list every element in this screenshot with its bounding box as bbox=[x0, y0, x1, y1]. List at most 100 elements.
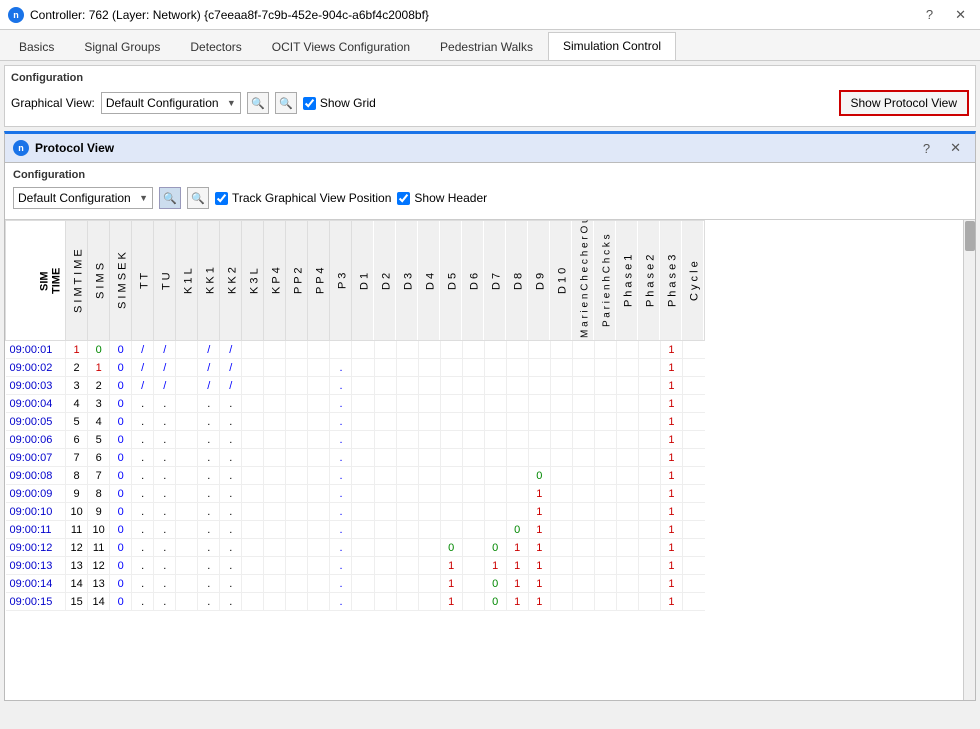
close-button[interactable]: ✕ bbox=[949, 5, 972, 25]
table-cell bbox=[638, 341, 660, 359]
table-cell bbox=[374, 575, 396, 593]
table-cell: 09:00:09 bbox=[6, 485, 66, 503]
table-cell: . bbox=[220, 485, 242, 503]
table-cell bbox=[242, 485, 264, 503]
tab-signal-groups[interactable]: Signal Groups bbox=[69, 33, 175, 60]
table-row: 09:00:1414130.....10111 bbox=[6, 575, 705, 593]
table-cell: 1 bbox=[506, 575, 528, 593]
table-cell bbox=[616, 539, 638, 557]
table-cell: 2 bbox=[88, 377, 110, 395]
col-sim-m: S I M S bbox=[88, 221, 110, 341]
table-cell bbox=[594, 341, 616, 359]
col-sim-s: S I M T I M E bbox=[66, 221, 88, 341]
col-d2: D 2 bbox=[374, 221, 396, 341]
table-cell: . bbox=[154, 395, 176, 413]
tab-pedestrian[interactable]: Pedestrian Walks bbox=[425, 33, 548, 60]
table-cell bbox=[572, 467, 594, 485]
table-cell bbox=[286, 395, 308, 413]
search-icon: 🔍 bbox=[251, 97, 265, 110]
table-cell bbox=[550, 431, 572, 449]
table-cell bbox=[506, 377, 528, 395]
protocol-search-icon: 🔍 bbox=[163, 192, 177, 205]
table-cell bbox=[418, 593, 440, 611]
table-cell bbox=[176, 395, 198, 413]
table-cell bbox=[374, 521, 396, 539]
tab-detectors[interactable]: Detectors bbox=[175, 33, 256, 60]
table-cell bbox=[616, 449, 638, 467]
table-cell bbox=[594, 395, 616, 413]
tab-simulation-control[interactable]: Simulation Control bbox=[548, 32, 676, 60]
col-k1l: K 1 L bbox=[176, 221, 198, 341]
table-cell: / bbox=[220, 341, 242, 359]
show-header-label[interactable]: Show Header bbox=[397, 191, 487, 205]
table-cell: . bbox=[330, 449, 352, 467]
table-cell bbox=[418, 485, 440, 503]
show-header-checkbox[interactable] bbox=[397, 192, 410, 205]
tab-basics[interactable]: Basics bbox=[4, 33, 69, 60]
table-cell bbox=[286, 521, 308, 539]
table-cell bbox=[616, 503, 638, 521]
table-cell bbox=[352, 521, 374, 539]
search-button-2[interactable]: 🔍 bbox=[275, 92, 297, 114]
table-cell bbox=[242, 449, 264, 467]
search-button-1[interactable]: 🔍 bbox=[247, 92, 269, 114]
table-cell: 0 bbox=[110, 557, 132, 575]
table-cell: . bbox=[220, 413, 242, 431]
table-cell bbox=[308, 539, 330, 557]
table-cell: 09:00:14 bbox=[6, 575, 66, 593]
scrollbar[interactable] bbox=[963, 220, 975, 700]
table-cell: 1 bbox=[660, 575, 682, 593]
table-cell bbox=[374, 503, 396, 521]
show-header-text: Show Header bbox=[414, 191, 487, 205]
table-cell: 2 bbox=[66, 359, 88, 377]
table-cell bbox=[484, 341, 506, 359]
main-panel: Configuration Graphical View: Default Co… bbox=[4, 65, 976, 127]
table-cell: 11 bbox=[66, 521, 88, 539]
table-cell bbox=[176, 341, 198, 359]
tab-ocit[interactable]: OCIT Views Configuration bbox=[257, 33, 425, 60]
main-toolbar: Graphical View: Default Configuration ▼ … bbox=[11, 90, 969, 116]
table-cell: 15 bbox=[66, 593, 88, 611]
table-cell bbox=[374, 413, 396, 431]
col-par: P a r i e n h C h c k s bbox=[594, 221, 616, 341]
track-graphical-label[interactable]: Track Graphical View Position bbox=[215, 191, 391, 205]
show-grid-checkbox-label[interactable]: Show Grid bbox=[303, 96, 376, 110]
table-cell bbox=[462, 503, 484, 521]
scrollbar-thumb[interactable] bbox=[965, 221, 975, 251]
table-cell bbox=[264, 341, 286, 359]
table-header-row: SIMTIME S I M T I M E S I M S S I M S E … bbox=[6, 221, 705, 341]
table-cell bbox=[638, 521, 660, 539]
protocol-dropdown[interactable]: Default Configuration ▼ bbox=[13, 187, 153, 209]
table-cell: 8 bbox=[88, 485, 110, 503]
table-cell: / bbox=[198, 359, 220, 377]
protocol-search-btn-2[interactable]: 🔍 bbox=[187, 187, 209, 209]
protocol-search-icon-2: 🔍 bbox=[191, 192, 205, 205]
window-title: Controller: 762 (Layer: Network) {c7eeaa… bbox=[30, 8, 429, 22]
table-cell bbox=[418, 359, 440, 377]
table-cell bbox=[638, 503, 660, 521]
table-cell bbox=[506, 431, 528, 449]
track-graphical-checkbox[interactable] bbox=[215, 192, 228, 205]
table-cell bbox=[572, 341, 594, 359]
protocol-search-btn[interactable]: 🔍 bbox=[159, 187, 181, 209]
help-button[interactable]: ? bbox=[920, 5, 939, 25]
table-cell bbox=[308, 359, 330, 377]
table-cell bbox=[352, 341, 374, 359]
graphical-view-dropdown[interactable]: Default Configuration ▼ bbox=[101, 92, 241, 114]
protocol-close-button[interactable]: ✕ bbox=[944, 138, 967, 158]
show-protocol-button[interactable]: Show Protocol View bbox=[839, 90, 970, 116]
table-cell: . bbox=[198, 575, 220, 593]
table-cell bbox=[264, 485, 286, 503]
show-grid-checkbox[interactable] bbox=[303, 97, 316, 110]
table-cell bbox=[264, 557, 286, 575]
protocol-help-button[interactable]: ? bbox=[917, 138, 936, 158]
data-table-container[interactable]: SIMTIME S I M T I M E S I M S S I M S E … bbox=[5, 220, 975, 700]
col-ph2: P h a s e 2 bbox=[638, 221, 660, 341]
table-cell bbox=[176, 575, 198, 593]
col-sim-sek: S I M S E K bbox=[110, 221, 132, 341]
table-cell bbox=[462, 413, 484, 431]
table-cell bbox=[418, 377, 440, 395]
table-cell: . bbox=[198, 485, 220, 503]
table-cell bbox=[176, 539, 198, 557]
table-cell: . bbox=[330, 413, 352, 431]
